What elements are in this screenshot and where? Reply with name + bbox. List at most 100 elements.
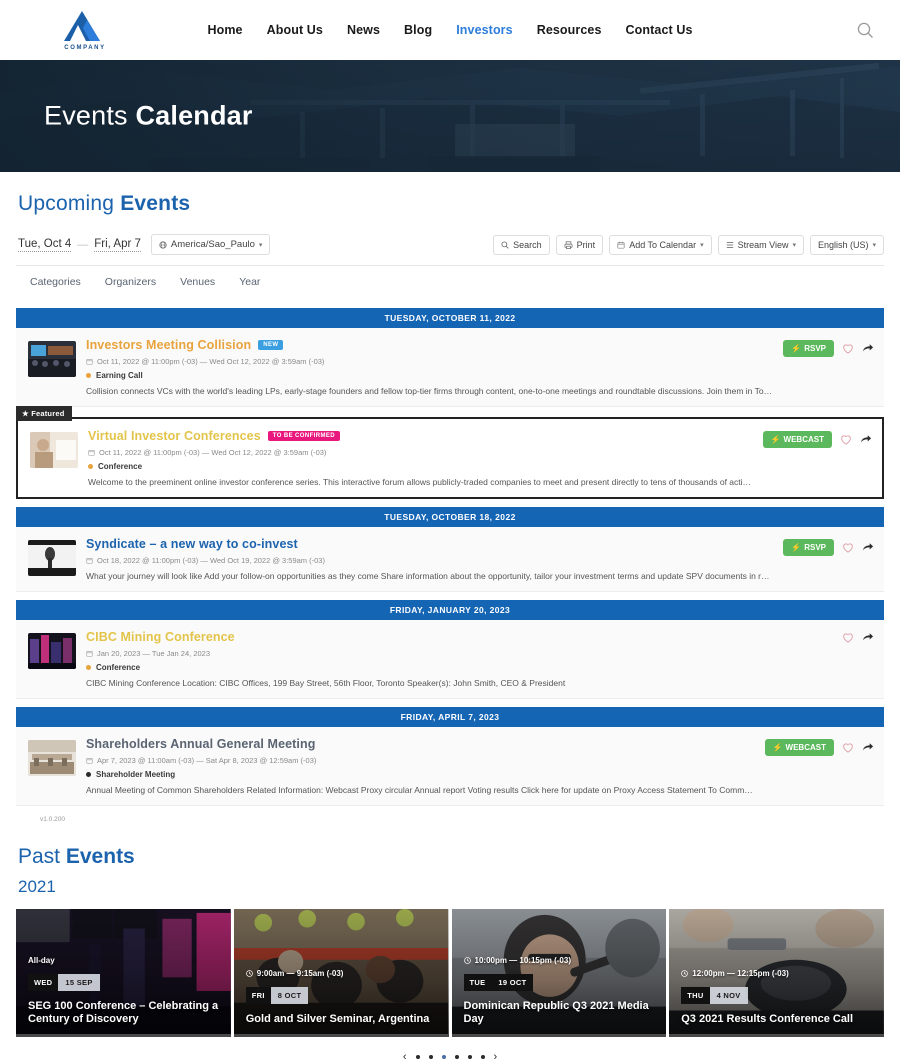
event-title[interactable]: Syndicate – a new way to co-invest (86, 537, 298, 551)
event-row[interactable]: CIBC Mining Conference Jan 20, 2023 — Tu… (16, 620, 884, 699)
filter-venues[interactable]: Venues (180, 276, 215, 288)
rsvp-button[interactable]: ⚡ RSVP (783, 539, 834, 556)
event-date: Oct 11, 2022 @ 11:00pm (-03) — Wed Oct 1… (86, 357, 773, 366)
category-dot-icon (86, 373, 91, 378)
day-header: FRIDAY, JANUARY 20, 2023 (16, 600, 884, 620)
header-search-button[interactable] (852, 17, 878, 43)
event-date: Apr 7, 2023 @ 11:00am (-03) — Sat Apr 8,… (86, 756, 755, 765)
favorite-button[interactable] (842, 542, 854, 553)
print-button[interactable]: Print (555, 234, 604, 255)
event-row[interactable]: Syndicate – a new way to co-invest Oct 1… (16, 527, 884, 592)
status-badge: NEW (258, 340, 284, 350)
upcoming-title-bold: Events (120, 192, 191, 215)
clock-icon (245, 970, 253, 978)
card-title[interactable]: Dominican Republic Q3 2021 Media Day (464, 1000, 655, 1028)
event-row[interactable]: Investors Meeting Collision NEW Oct 11, … (16, 328, 884, 407)
card-day-of-week: FRI (245, 987, 271, 1005)
favorite-button[interactable] (840, 434, 852, 445)
share-arrow-icon (862, 543, 874, 551)
webcast-button[interactable]: ⚡ WEBCAST (762, 431, 832, 448)
carousel-dot[interactable] (415, 1055, 420, 1059)
carousel-dot[interactable] (454, 1055, 459, 1059)
past-event-card[interactable]: 9:00am — 9:15am (-03) FRI 8 OCT Gold and… (233, 909, 449, 1037)
card-time-text: 10:00pm — 10:15pm (-03) (474, 955, 571, 965)
date-start-input[interactable]: Tue, Oct 4 (18, 238, 72, 252)
nav-item-resources[interactable]: Resources (537, 23, 602, 37)
rsvp-button[interactable]: ⚡ RSVP (783, 340, 834, 357)
card-time-text: All-day (28, 955, 55, 965)
calendar-icon (86, 651, 93, 657)
search-button-label: Search (513, 239, 542, 250)
favorite-button[interactable] (842, 742, 854, 753)
card-title[interactable]: SEG 100 Conference – Celebrating a Centu… (28, 1000, 219, 1028)
card-time: 12:00pm — 12:15pm (-03) (681, 969, 872, 978)
event-main: Syndicate – a new way to co-invest Oct 1… (86, 537, 773, 581)
card-day-month: 15 SEP (58, 973, 100, 991)
share-button[interactable] (862, 632, 874, 643)
past-event-card[interactable]: 12:00pm — 12:15pm (-03) THU 4 NOV Q3 202… (669, 909, 884, 1037)
event-main: CIBC Mining Conference Jan 20, 2023 — Tu… (86, 630, 832, 688)
event-description: Annual Meeting of Common Shareholders Re… (86, 785, 755, 795)
search-button[interactable]: Search (493, 234, 550, 255)
carousel-next-button[interactable]: › (494, 1051, 498, 1063)
event-title[interactable]: Shareholders Annual General Meeting (86, 737, 315, 751)
clock-icon (681, 970, 689, 978)
date-end-input[interactable]: Fri, Apr 7 (94, 238, 141, 252)
nav-item-about-us[interactable]: About Us (267, 23, 323, 37)
event-title[interactable]: Investors Meeting Collision (86, 338, 251, 352)
clock-icon (463, 956, 471, 964)
event-row-featured[interactable]: ★ Featured Virtual Investor Conferences … (16, 406, 884, 499)
share-arrow-icon (862, 743, 874, 751)
event-title[interactable]: Virtual Investor Conferences (88, 429, 261, 443)
past-event-card[interactable]: All-day WED 15 SEP SEG 100 Conference – … (16, 909, 231, 1037)
share-button[interactable] (862, 343, 874, 354)
card-day-of-week: THU (681, 987, 710, 1005)
filter-organizers[interactable]: Organizers (105, 276, 156, 288)
carousel-prev-button[interactable]: ‹ (403, 1051, 407, 1063)
share-button[interactable] (862, 742, 874, 753)
card-title[interactable]: Gold and Silver Seminar, Argentina (246, 1013, 437, 1027)
event-category: Shareholder Meeting (86, 770, 755, 779)
language-selector[interactable]: English (US) ▾ (809, 234, 884, 255)
carousel-dot[interactable] (428, 1055, 433, 1059)
share-arrow-icon (862, 344, 874, 352)
nav-item-investors[interactable]: Investors (456, 23, 512, 37)
webcast-button[interactable]: ⚡ WEBCAST (764, 739, 834, 756)
timezone-selector[interactable]: America/Sao_Paulo ▾ (150, 234, 271, 255)
carousel-dot[interactable] (467, 1055, 472, 1059)
past-event-card[interactable]: 10:00pm — 10:15pm (-03) TUE 19 OCT Domin… (451, 909, 667, 1037)
filter-year[interactable]: Year (239, 276, 260, 288)
share-button[interactable] (860, 434, 872, 445)
printer-icon (564, 240, 573, 249)
share-button[interactable] (862, 542, 874, 553)
event-actions: ⚡ WEBCAST (764, 737, 874, 756)
event-category-label: Earning Call (96, 371, 143, 380)
day-header: TUESDAY, OCTOBER 18, 2022 (16, 507, 884, 527)
heart-icon (841, 435, 851, 445)
nav-item-blog[interactable]: Blog (404, 23, 432, 37)
favorite-button[interactable] (842, 343, 854, 354)
status-badge: TO BE CONFIRMED (267, 431, 340, 441)
filter-categories[interactable]: Categories (30, 276, 81, 288)
webcast-button-label: WEBCAST (785, 743, 826, 752)
event-category: Conference (86, 663, 832, 672)
past-title-bold: Events (65, 845, 135, 868)
nav-item-home[interactable]: Home (207, 23, 242, 37)
event-title[interactable]: CIBC Mining Conference (86, 630, 235, 644)
stream-view-button[interactable]: Stream View ▾ (717, 234, 804, 255)
carousel-dot[interactable] (480, 1055, 485, 1059)
add-to-calendar-button[interactable]: Add To Calendar ▾ (609, 234, 712, 255)
carousel-dot-active[interactable] (441, 1055, 446, 1059)
nav-item-contact-us[interactable]: Contact Us (626, 23, 693, 37)
nav-item-news[interactable]: News (347, 23, 380, 37)
card-title[interactable]: Q3 2021 Results Conference Call (681, 1013, 872, 1027)
category-dot-icon (88, 464, 93, 469)
favorite-button[interactable] (842, 632, 854, 643)
site-header: COMPANY Home About Us News Blog Investor… (0, 0, 900, 60)
event-actions: ⚡ WEBCAST (762, 429, 872, 448)
event-main: Investors Meeting Collision NEW Oct 11, … (86, 338, 773, 396)
card-time: 10:00pm — 10:15pm (-03) (463, 955, 655, 965)
date-range-picker: Tue, Oct 4 — Fri, Apr 7 (18, 238, 141, 252)
event-actions: ⚡ RSVP (783, 537, 874, 556)
event-row[interactable]: Shareholders Annual General Meeting Apr … (16, 727, 884, 806)
